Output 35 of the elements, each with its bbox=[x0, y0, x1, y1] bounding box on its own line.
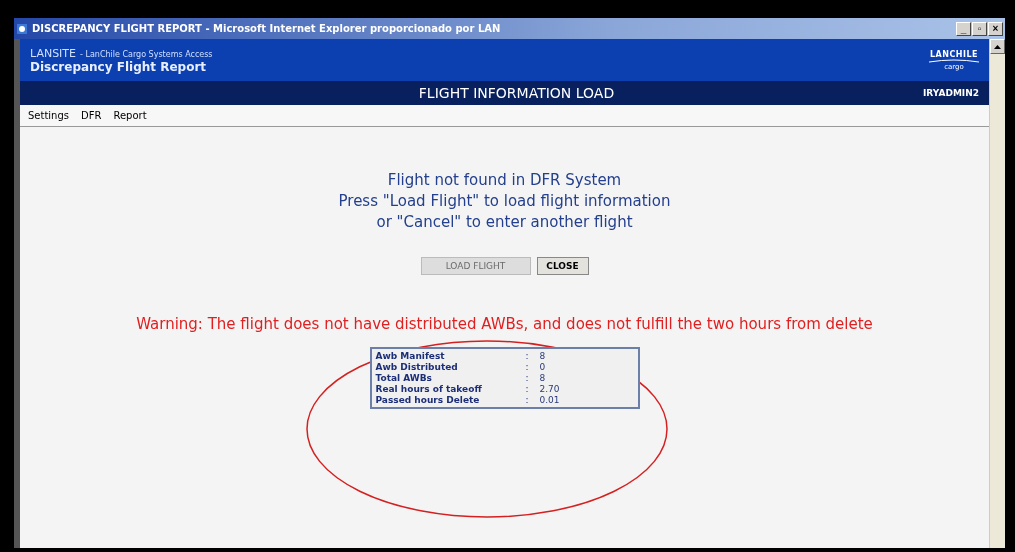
summary-value: 8 bbox=[539, 373, 547, 383]
summary-value: 8 bbox=[539, 351, 547, 361]
menu-item[interactable]: DFR bbox=[81, 110, 102, 121]
summary-separator: : bbox=[525, 395, 530, 405]
page-title: FLIGHT INFORMATION LOAD bbox=[417, 85, 616, 101]
summary-separator: : bbox=[525, 373, 530, 383]
summary-label: Total AWBs bbox=[375, 373, 433, 383]
summary-label: Real hours of takeoff bbox=[375, 384, 483, 394]
summary-label: Awb Distributed bbox=[375, 362, 459, 372]
summary-value: 2.70 bbox=[539, 384, 561, 394]
warning-message: Warning: The flight does not have distributed AWBs, and does not fulfill the two hours from delete bbox=[136, 315, 873, 333]
window-control-button[interactable]: ▫ bbox=[972, 21, 987, 36]
window-control-button[interactable]: _ bbox=[956, 21, 971, 36]
browser-icon bbox=[16, 22, 28, 35]
summary-value: 0.01 bbox=[539, 395, 561, 405]
summary-label: Awb Manifest bbox=[375, 351, 446, 361]
action-button[interactable]: CLOSE bbox=[536, 257, 589, 275]
info-message: or "Cancel" to enter another flight bbox=[376, 213, 633, 231]
user-name: IRYADMIN2 bbox=[923, 88, 979, 98]
site-subtitle: - LanChile Cargo Systems Access bbox=[80, 49, 213, 59]
menu-item[interactable]: Settings bbox=[28, 110, 69, 121]
window-title: DISCREPANCY FLIGHT REPORT - Microsoft Internet Explorer proporcionado por LAN bbox=[32, 23, 502, 34]
summary-value: 0 bbox=[539, 362, 547, 372]
window-control-button[interactable]: × bbox=[988, 21, 1003, 36]
app-title: Discrepancy Flight Report bbox=[30, 59, 208, 74]
summary-label: Passed hours Delete bbox=[375, 395, 481, 405]
up-arrow-icon bbox=[994, 44, 1001, 49]
scroll-up-button[interactable] bbox=[990, 39, 1005, 54]
site-name: LANSITE bbox=[30, 46, 77, 60]
summary-separator: : bbox=[525, 362, 530, 372]
info-message: Press "Load Flight" to load flight information bbox=[338, 192, 671, 210]
info-message: Flight not found in DFR System bbox=[387, 171, 622, 189]
summary-separator: : bbox=[525, 351, 530, 361]
menu-item[interactable]: Report bbox=[113, 110, 147, 121]
summary-separator: : bbox=[525, 384, 530, 394]
